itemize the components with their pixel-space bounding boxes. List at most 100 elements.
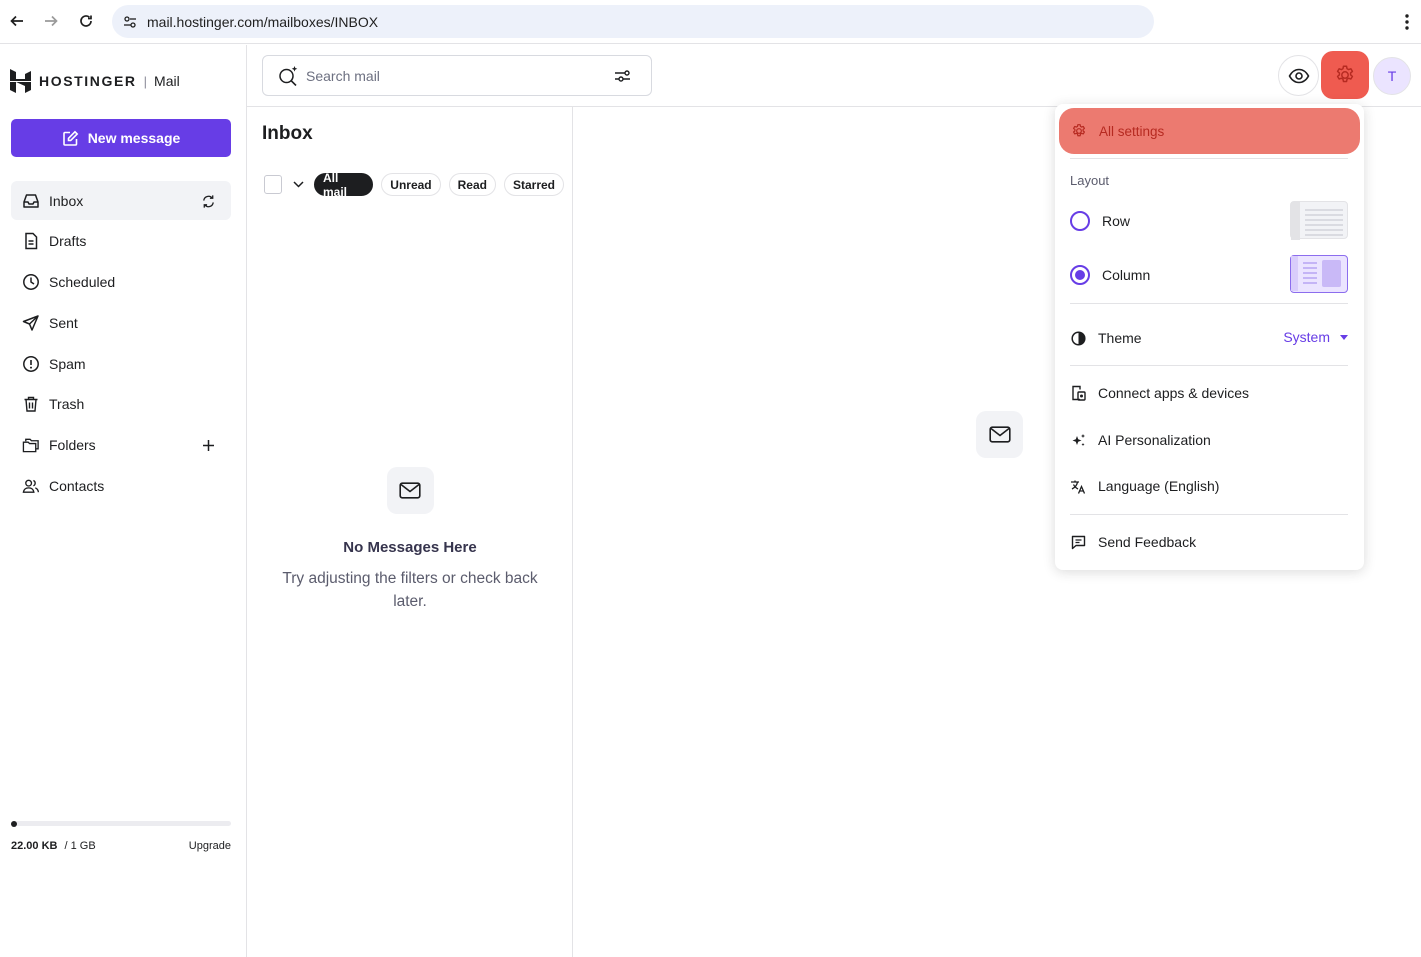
row-layout-preview-icon xyxy=(1290,201,1348,240)
eye-icon xyxy=(1288,68,1309,83)
all-settings-item[interactable]: All settings xyxy=(1059,108,1360,154)
drafts-icon xyxy=(22,232,40,250)
connect-devices-icon xyxy=(1070,385,1086,401)
divider xyxy=(1070,365,1348,366)
sidebar-item-label: Spam xyxy=(49,355,86,372)
divider xyxy=(1070,303,1348,304)
clock-icon xyxy=(22,273,40,291)
settings-menu: All settings Layout Row Column Theme Sys… xyxy=(1055,104,1364,570)
main-header: T xyxy=(247,45,1421,107)
preview-toggle-button[interactable] xyxy=(1278,55,1319,96)
new-message-label: New message xyxy=(87,130,181,146)
send-feedback-item[interactable]: Send Feedback xyxy=(1070,530,1348,554)
page-title: Inbox xyxy=(262,123,313,144)
alert-circle-icon xyxy=(22,355,40,373)
theme-item[interactable]: Theme System xyxy=(1070,326,1348,350)
sidebar-item-label: Drafts xyxy=(49,233,87,250)
storage-used: 22.00 KB xyxy=(11,840,58,852)
layout-option-row[interactable]: Row xyxy=(1070,201,1348,241)
divider xyxy=(1070,158,1348,159)
layout-option-label: Column xyxy=(1102,267,1151,283)
folders-icon xyxy=(22,436,40,454)
feedback-icon xyxy=(1070,534,1086,550)
filter-chip-read[interactable]: Read xyxy=(448,173,496,196)
folder-nav: Inbox Drafts Scheduled Sent Spam Trash F… xyxy=(11,181,231,507)
ai-personalization-item[interactable]: AI Personalization xyxy=(1070,428,1348,452)
menu-item-label: Language (English) xyxy=(1098,478,1220,494)
empty-state: No Messages Here Try adjusting the filte… xyxy=(247,467,573,613)
all-settings-label: All settings xyxy=(1099,123,1165,139)
site-settings-icon[interactable] xyxy=(120,12,140,32)
url-text: mail.hostinger.com/mailboxes/INBOX xyxy=(147,13,379,30)
connect-apps-item[interactable]: Connect apps & devices xyxy=(1070,381,1348,405)
hostinger-logo-icon xyxy=(10,69,31,93)
search-input[interactable] xyxy=(306,67,596,84)
browser-menu-icon[interactable] xyxy=(1401,12,1413,32)
contrast-icon xyxy=(1070,330,1086,346)
layout-option-column[interactable]: Column xyxy=(1070,255,1348,295)
back-arrow-icon[interactable] xyxy=(6,10,28,32)
sidebar: HOSTINGER | Mail New message Inbox Draft… xyxy=(0,45,247,957)
new-message-button[interactable]: New message xyxy=(11,119,231,157)
envelope-icon xyxy=(976,411,1023,458)
browser-toolbar: mail.hostinger.com/mailboxes/INBOX xyxy=(0,0,1421,44)
theme-value: System xyxy=(1283,329,1330,345)
gear-icon xyxy=(1070,122,1088,140)
refresh-icon[interactable] xyxy=(199,192,217,210)
sidebar-item-label: Inbox xyxy=(49,192,84,209)
radio-column[interactable] xyxy=(1070,265,1090,285)
column-layout-preview-icon xyxy=(1290,255,1348,293)
sidebar-item-sent[interactable]: Sent xyxy=(11,303,231,342)
filter-chip-unread[interactable]: Unread xyxy=(381,173,441,196)
menu-item-label: Connect apps & devices xyxy=(1098,385,1249,401)
caret-down-icon xyxy=(1340,334,1348,340)
avatar[interactable]: T xyxy=(1373,57,1411,95)
filter-sliders-icon[interactable] xyxy=(613,67,631,85)
filter-chip-all-mail[interactable]: All mail xyxy=(313,171,374,199)
sidebar-item-label: Folders xyxy=(49,437,96,454)
hostinger-logo[interactable]: HOSTINGER | Mail xyxy=(10,69,180,93)
storage-bar xyxy=(11,820,231,827)
gear-icon xyxy=(1336,65,1354,83)
upgrade-link[interactable]: Upgrade xyxy=(189,840,231,852)
add-folder-icon[interactable] xyxy=(199,437,217,455)
menu-item-label: AI Personalization xyxy=(1098,432,1211,448)
layout-option-label: Row xyxy=(1102,213,1131,229)
sidebar-item-scheduled[interactable]: Scheduled xyxy=(11,263,231,302)
filter-bar: All mail Unread Read Starred xyxy=(264,171,572,199)
sidebar-item-inbox[interactable]: Inbox xyxy=(11,181,231,220)
language-item[interactable]: Language (English) xyxy=(1070,474,1348,498)
sidebar-item-spam[interactable]: Spam xyxy=(11,344,231,383)
select-all-checkbox[interactable] xyxy=(264,175,283,194)
sidebar-item-folders[interactable]: Folders xyxy=(11,426,231,465)
storage-usage: 22.00 KB / 1 GB Upgrade xyxy=(11,820,231,852)
forward-arrow-icon[interactable] xyxy=(40,10,62,32)
radio-row[interactable] xyxy=(1070,211,1090,231)
address-bar[interactable]: mail.hostinger.com/mailboxes/INBOX xyxy=(112,5,1154,38)
storage-fill xyxy=(11,820,17,827)
sidebar-item-label: Scheduled xyxy=(49,274,116,291)
sidebar-item-drafts[interactable]: Drafts xyxy=(11,222,231,261)
theme-label: Theme xyxy=(1098,330,1142,346)
inbox-icon xyxy=(22,192,40,210)
compose-icon xyxy=(62,130,79,146)
storage-total: / 1 GB xyxy=(64,840,96,852)
theme-select[interactable]: System xyxy=(1283,329,1348,345)
sidebar-item-label: Trash xyxy=(49,396,85,413)
trash-icon xyxy=(22,395,40,413)
divider xyxy=(1070,514,1348,515)
reload-icon[interactable] xyxy=(75,10,97,32)
product-name: Mail xyxy=(154,73,180,89)
layout-label: Layout xyxy=(1070,173,1110,188)
search-bar[interactable] xyxy=(262,55,652,96)
send-feedback-label: Send Feedback xyxy=(1098,534,1197,550)
sidebar-item-label: Sent xyxy=(49,314,78,331)
message-list-pane: Inbox All mail Unread Read Starred No Me… xyxy=(247,107,573,957)
filter-chip-starred[interactable]: Starred xyxy=(503,173,564,196)
settings-button[interactable] xyxy=(1321,51,1369,99)
chevron-down-icon[interactable] xyxy=(291,178,305,192)
sidebar-item-trash[interactable]: Trash xyxy=(11,385,231,424)
contacts-icon xyxy=(22,477,40,495)
brand-separator: | xyxy=(143,73,148,89)
sidebar-item-contacts[interactable]: Contacts xyxy=(11,467,231,506)
